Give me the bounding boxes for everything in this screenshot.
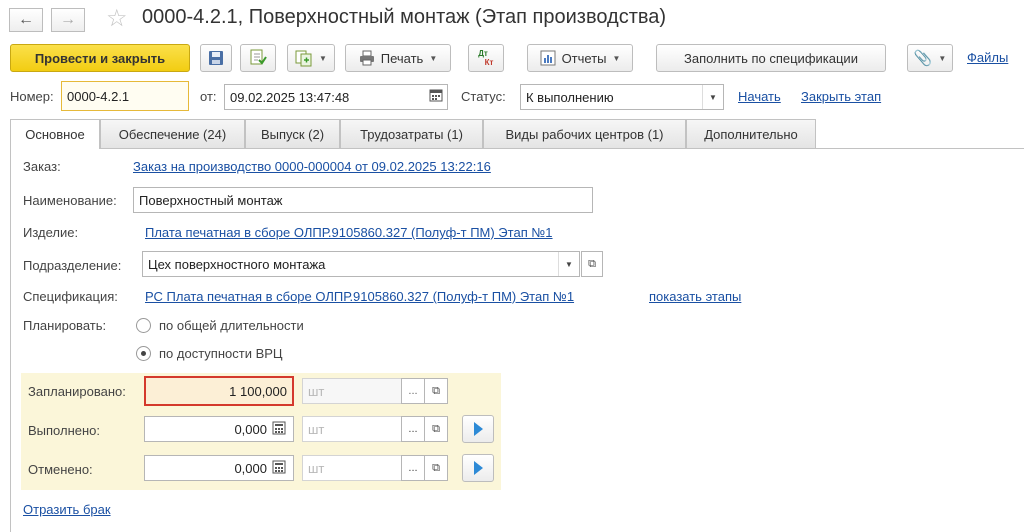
post-button[interactable]	[240, 44, 276, 72]
chevron-down-icon: ▼	[938, 53, 947, 63]
save-button[interactable]	[200, 44, 232, 72]
done-label: Выполнено:	[28, 423, 101, 438]
planned-quantity-field[interactable]: 1 100,000	[144, 376, 294, 406]
chevron-down-icon: ▼	[612, 53, 621, 63]
dt-kt-icon-dt: Дт	[478, 49, 488, 58]
arrow-right-icon	[473, 422, 483, 436]
status-select[interactable]: К выполнению	[520, 84, 724, 110]
tab-supply[interactable]: Обеспечение (24)	[100, 119, 245, 148]
open-window-icon: ⧉	[432, 422, 440, 435]
dt-kt-icon-kt: Кт	[484, 58, 494, 67]
date-value: 09.02.2025 13:47:48	[230, 89, 350, 105]
division-open-button[interactable]: ⧉	[581, 251, 603, 277]
tab-labor[interactable]: Трудозатраты (1)	[340, 119, 483, 148]
show-stages-link[interactable]: показать этапы	[649, 289, 741, 304]
date-label: от:	[200, 89, 217, 104]
cancelled-unit-select-button[interactable]: ...	[401, 455, 425, 481]
print-button[interactable]: Печать ▼	[345, 44, 451, 72]
order-label: Заказ:	[23, 159, 61, 174]
printer-icon	[359, 50, 374, 66]
product-link[interactable]: Плата печатная в сборе ОЛПР.9105860.327 …	[145, 225, 553, 240]
cancelled-label: Отменено:	[28, 462, 93, 477]
create-based-on-button[interactable]: ▼	[287, 44, 335, 72]
planned-unit-select-button[interactable]: ...	[401, 378, 425, 404]
files-link[interactable]: Файлы	[967, 50, 1008, 65]
dt-kt-button[interactable]: Дт Кт	[468, 44, 504, 72]
spec-link[interactable]: РС Плата печатная в сборе ОЛПР.9105860.3…	[145, 289, 574, 304]
division-select[interactable]: Цех поверхностного монтажа	[142, 251, 580, 277]
name-label: Наименование:	[23, 193, 117, 208]
number-label: Номер:	[10, 89, 54, 104]
number-field[interactable]: 0000-4.2.1	[61, 81, 189, 111]
cancelled-unit-field: шт	[302, 455, 402, 481]
print-button-label: Печать	[380, 50, 424, 66]
planned-label: Запланировано:	[28, 384, 126, 399]
tab-additional[interactable]: Дополнительно	[686, 119, 816, 148]
chevron-down-icon: ▼	[319, 53, 327, 63]
calculator-icon[interactable]	[272, 421, 286, 435]
favorite-star-icon[interactable]: ☆	[106, 4, 128, 33]
arrow-left-icon: ←	[18, 11, 34, 28]
division-label: Подразделение:	[23, 258, 122, 273]
close-stage-link[interactable]: Закрыть этап	[801, 89, 881, 104]
post-and-close-button[interactable]: Провести и закрыть	[10, 44, 190, 72]
arrow-right-icon: →	[60, 11, 76, 28]
open-window-icon: ⧉	[432, 384, 440, 397]
tab-main[interactable]: Основное	[10, 119, 100, 149]
planned-unit-open-button[interactable]: ⧉	[424, 378, 448, 404]
chevron-down-icon: ▼	[429, 53, 438, 63]
tabs-divider	[10, 148, 1024, 149]
forward-button[interactable]: →	[51, 8, 85, 32]
done-unit-field: шт	[302, 416, 402, 442]
plan-option-duration-label: по общей длительности	[159, 318, 304, 333]
chevron-down-icon[interactable]: ▼	[702, 85, 723, 109]
calculator-icon[interactable]	[272, 460, 286, 474]
name-field[interactable]: Поверхностный монтаж	[133, 187, 593, 213]
open-window-icon: ⧉	[432, 461, 440, 474]
plan-radio-duration[interactable]	[136, 318, 151, 333]
status-label: Статус:	[461, 89, 506, 104]
done-unit-open-button[interactable]: ⧉	[424, 416, 448, 442]
report-chart-icon	[540, 50, 556, 66]
tab-output[interactable]: Выпуск (2)	[245, 119, 340, 148]
arrow-right-icon	[473, 461, 483, 475]
cancelled-unit-open-button[interactable]: ⧉	[424, 455, 448, 481]
calendar-icon[interactable]	[429, 88, 443, 102]
window-title: 0000-4.2.1, Поверхностный монтаж (Этап п…	[142, 6, 667, 28]
chevron-down-icon[interactable]: ▼	[558, 252, 579, 276]
document-check-icon	[250, 49, 267, 65]
open-window-icon: ⧉	[588, 257, 596, 270]
cancelled-go-button[interactable]	[462, 454, 494, 482]
spec-label: Спецификация:	[23, 289, 118, 304]
date-field[interactable]: 09.02.2025 13:47:48	[224, 84, 448, 110]
planned-unit-field: шт	[302, 378, 402, 404]
tab-work-center-types[interactable]: Виды рабочих центров (1)	[483, 119, 686, 148]
product-label: Изделие:	[23, 225, 79, 240]
reports-button-label: Отчеты	[561, 50, 607, 66]
reports-button[interactable]: Отчеты ▼	[527, 44, 633, 72]
done-unit-select-button[interactable]: ...	[401, 416, 425, 442]
floppy-disk-icon	[209, 51, 223, 65]
paperclip-icon: 📎	[913, 50, 933, 67]
documents-create-icon	[295, 50, 312, 67]
tab-panel-border	[10, 148, 11, 532]
order-link[interactable]: Заказ на производство 0000-000004 от 09.…	[133, 159, 491, 174]
plan-label: Планировать:	[23, 318, 107, 333]
back-button[interactable]: ←	[9, 8, 43, 32]
attachments-button[interactable]: 📎 ▼	[907, 44, 953, 72]
division-value: Цех поверхностного монтажа	[148, 256, 326, 272]
fill-by-spec-button[interactable]: Заполнить по спецификации	[656, 44, 886, 72]
plan-radio-wc-availability[interactable]	[136, 346, 151, 361]
done-go-button[interactable]	[462, 415, 494, 443]
plan-option-wc-label: по доступности ВРЦ	[159, 346, 283, 361]
status-value: К выполнению	[526, 89, 614, 105]
register-defect-link[interactable]: Отразить брак	[23, 502, 111, 517]
start-link[interactable]: Начать	[738, 89, 781, 104]
